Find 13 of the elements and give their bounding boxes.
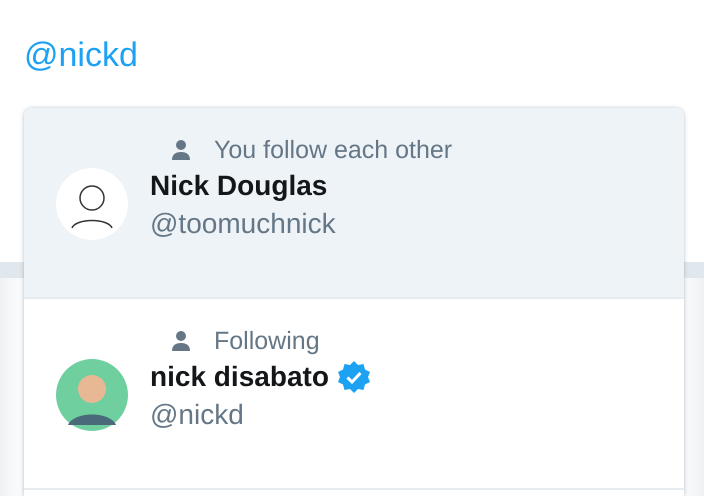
suggestion-item[interactable]: You follow each other Nick Douglas @toomuchnick — [24, 108, 684, 299]
username: @toomuchnick — [150, 207, 336, 241]
avatar — [56, 359, 128, 431]
display-name: nick disabato — [150, 360, 329, 394]
person-icon — [172, 331, 190, 351]
relationship-label: Following — [214, 326, 320, 356]
suggestion-item[interactable]: Following nick disabato @nickd — [24, 299, 684, 490]
person-icon — [172, 140, 190, 160]
avatar — [56, 168, 128, 240]
username: @nickd — [150, 398, 245, 432]
relationship-label: You follow each other — [214, 136, 452, 164]
display-name: Nick Douglas — [150, 169, 328, 203]
mention-text: @nickd — [24, 36, 138, 74]
